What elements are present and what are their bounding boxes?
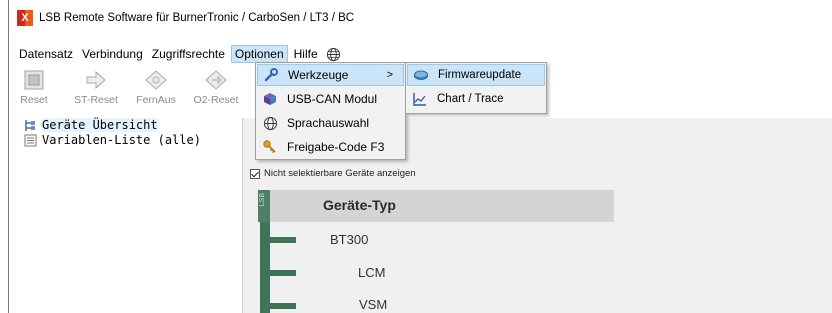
tools-submenu: Firmwareupdate Chart / Trace (405, 62, 547, 114)
menu-datensatz[interactable]: Datensatz (16, 45, 76, 63)
bus-branch (270, 237, 296, 243)
tree-item-label: Variablen-Liste (alle) (42, 133, 201, 147)
remote-off-icon (145, 70, 167, 90)
window-left-edge (0, 0, 9, 313)
tree-item-variablen-liste[interactable]: Variablen-Liste (alle) (24, 133, 201, 147)
window-title: LSB Remote Software für BurnerTronic / C… (39, 12, 355, 24)
bus-label: LSB (259, 193, 266, 207)
show-unselectable-checkbox[interactable] (250, 168, 260, 179)
bus-branch (270, 270, 296, 276)
fernaus-label: FernAus (136, 94, 176, 106)
submenu-arrow-icon: > (386, 69, 393, 81)
wrench-icon (262, 67, 280, 83)
toolbar: Reset ST-Reset FernAus O2-Reset (10, 66, 255, 120)
lsb-app-icon: X (17, 10, 33, 26)
menu-item-usb-can-modul[interactable]: USB-CAN Modul (257, 88, 404, 110)
globe-icon (261, 115, 279, 131)
usb-can-icon (261, 91, 279, 107)
list-icon (24, 134, 37, 146)
st-reset-arrow-icon (86, 70, 106, 90)
st-reset-button[interactable]: ST-Reset (70, 66, 122, 118)
o2-reset-icon (205, 70, 227, 90)
menu-item-label: USB-CAN Modul (287, 92, 378, 106)
submenu-item-firmwareupdate[interactable]: Firmwareupdate (407, 64, 545, 86)
reset-button[interactable]: Reset (14, 66, 54, 118)
submenu-item-label: Firmwareupdate (438, 69, 522, 81)
reset-label: Reset (20, 94, 48, 106)
menu-item-sprachauswahl[interactable]: Sprachauswahl (257, 112, 404, 134)
device-type-header: Geräte-Typ (258, 190, 614, 222)
submenu-item-chart-trace[interactable]: Chart / Trace (407, 88, 545, 110)
show-unselectable-devices-option[interactable]: Nicht selektierbare Geräte anzeigen (250, 168, 416, 179)
device-tree-icon (25, 119, 35, 131)
fernaus-button[interactable]: FernAus (132, 66, 180, 118)
menu-hilfe[interactable]: Hilfe (291, 45, 321, 63)
menu-optionen[interactable]: Optionen (230, 45, 288, 63)
navigation-tree: Geräte Übersicht Variablen-Liste (alle) (10, 118, 242, 313)
globe-icon[interactable] (326, 47, 341, 62)
show-unselectable-label: Nicht selektierbare Geräte anzeigen (264, 168, 416, 179)
menu-item-freigabe-code[interactable]: Freigabe-Code F3 (257, 136, 404, 158)
menu-zugriffsrechte[interactable]: Zugriffsrechte (149, 45, 228, 63)
menu-item-label: Sprachauswahl (287, 116, 370, 130)
bus-branch (270, 303, 296, 309)
device-vsm[interactable]: VSM (359, 297, 387, 312)
reset-icon (24, 70, 44, 90)
menu-item-label: Werkzeuge (288, 68, 349, 82)
device-bt300[interactable]: BT300 (330, 232, 368, 247)
menu-item-werkzeuge[interactable]: Werkzeuge > (257, 64, 404, 86)
tree-item-label: Geräte Übersicht (42, 118, 158, 132)
bus-line (260, 222, 270, 313)
chart-icon (411, 91, 429, 107)
options-menu-dropdown: Werkzeuge > USB-CAN Modul Sprachauswahl (255, 62, 406, 160)
menu-verbindung[interactable]: Verbindung (79, 45, 146, 63)
menu-item-label: Freigabe-Code F3 (287, 140, 385, 154)
lsb-bus-marker: LSB (258, 190, 270, 222)
device-lcm[interactable]: LCM (358, 265, 385, 280)
firmware-icon (412, 67, 430, 83)
device-type-header-label: Geräte-Typ (323, 197, 396, 213)
o2-reset-button[interactable]: O2-Reset (188, 66, 244, 118)
key-icon (261, 139, 279, 155)
tree-item-geraete-uebersicht[interactable]: Geräte Übersicht (24, 118, 158, 132)
o2-reset-label: O2-Reset (193, 94, 239, 106)
menu-bar: Datensatz Verbindung Zugriffsrechte Opti… (10, 44, 832, 64)
st-reset-label: ST-Reset (74, 94, 118, 106)
title-bar: X LSB Remote Software für BurnerTronic /… (10, 0, 832, 36)
submenu-item-label: Chart / Trace (437, 93, 504, 105)
